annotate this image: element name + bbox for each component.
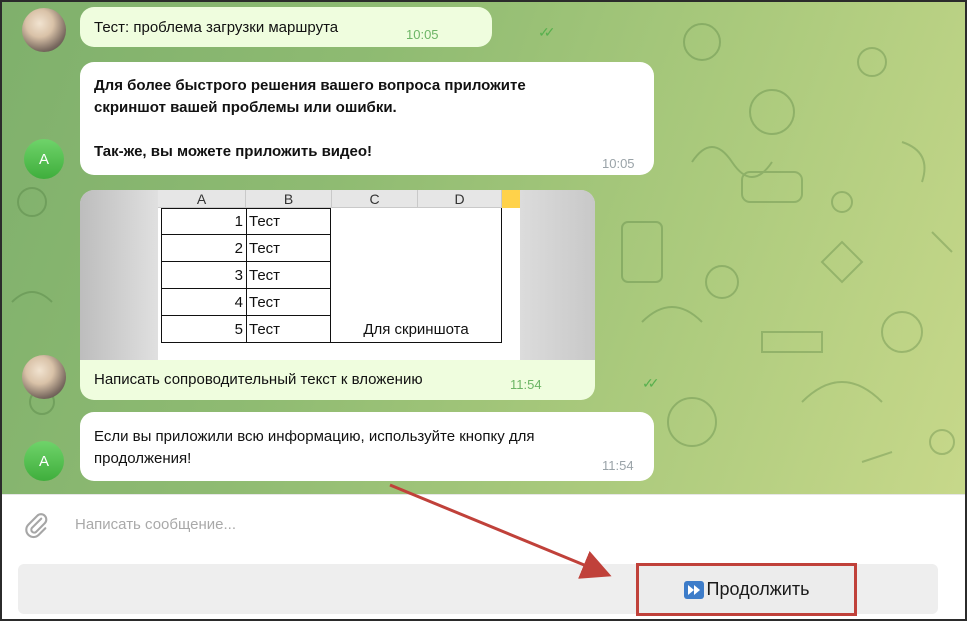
incoming-message: Если вы приложили всю информацию, исполь… <box>80 412 654 481</box>
column-divider <box>330 208 331 343</box>
incoming-message: Для более быстрого решения вашего вопрос… <box>80 62 654 175</box>
read-checks-icon: ✓✓ <box>642 375 660 391</box>
table-cell: 3 <box>234 267 243 284</box>
photo-attachment[interactable]: A B C D 1 Тест 2 Тест 3 Тест 4 Тест 5 Те… <box>80 190 595 360</box>
avatar-initial: A <box>38 150 49 168</box>
user-avatar[interactable] <box>22 355 66 399</box>
message-time: 11:54 <box>602 458 634 473</box>
read-checks-icon: ✓✓ <box>538 24 556 40</box>
selection-marker <box>502 190 520 208</box>
message-line: Так-же, вы можете приложить видео! <box>94 143 373 160</box>
table-cell: 2 <box>234 240 243 257</box>
avatar-initial: A <box>38 452 49 470</box>
table-cell: Тест <box>249 267 281 284</box>
column-header: D <box>418 190 502 208</box>
message-text: Если вы приложили всю информацию, исполь… <box>94 426 535 470</box>
photo-caption: Написать сопроводительный текст к вложен… <box>94 371 423 388</box>
photo-caption-bubble: Написать сопроводительный текст к вложен… <box>80 360 660 400</box>
continue-button-label: Продолжить <box>706 579 810 599</box>
paperclip-icon[interactable] <box>22 511 50 539</box>
message-line <box>94 119 526 141</box>
message-text: Тест: проблема загрузки маршрута <box>94 19 339 36</box>
message-input[interactable]: Написать сообщение... <box>75 516 236 533</box>
continue-button[interactable]: Продолжить <box>636 563 857 616</box>
bot-avatar[interactable]: A <box>24 441 64 481</box>
telegram-chat-window: Тест: проблема загрузки маршрута 10:05 ✓… <box>0 0 967 621</box>
table-cell: Тест <box>249 240 281 257</box>
table-cell: 5 <box>234 321 243 338</box>
column-header: C <box>332 190 418 208</box>
merged-cell-border <box>501 208 502 343</box>
outgoing-message: Тест: проблема загрузки маршрута 10:05 ✓… <box>80 7 556 47</box>
message-input-bar: Написать сообщение... <box>2 494 965 557</box>
column-header: A <box>158 190 246 208</box>
message-time: 10:05 <box>602 156 635 171</box>
message-line: скриншот вашей проблемы или ошибки. <box>94 99 397 116</box>
column-divider <box>246 208 247 343</box>
chat-background: Тест: проблема загрузки маршрута 10:05 ✓… <box>2 2 965 494</box>
table-cell: Тест <box>249 294 281 311</box>
message-text: Для более быстрого решения вашего вопрос… <box>94 75 526 163</box>
table-cell: Тест <box>249 321 281 338</box>
column-header: B <box>246 190 332 208</box>
photo-blur-left <box>80 190 158 360</box>
spreadsheet-screenshot: A B C D 1 Тест 2 Тест 3 Тест 4 Тест 5 Те… <box>158 190 520 360</box>
table-cell: Тест <box>249 213 281 230</box>
message-line: Для более быстрого решения вашего вопрос… <box>94 77 526 94</box>
table-cell: 1 <box>234 213 243 230</box>
message-time: 10:05 <box>406 27 439 42</box>
user-avatar[interactable] <box>22 8 66 52</box>
fast-forward-icon <box>683 580 704 599</box>
bot-avatar[interactable]: A <box>24 139 64 179</box>
photo-blur-right <box>520 190 595 360</box>
table-cell: 4 <box>234 294 243 311</box>
message-line: Если вы приложили всю информацию, исполь… <box>94 428 535 445</box>
message-line: продолжения! <box>94 450 192 467</box>
message-time: 11:54 <box>510 377 542 392</box>
merged-cell-text: Для скриншота <box>363 321 469 338</box>
